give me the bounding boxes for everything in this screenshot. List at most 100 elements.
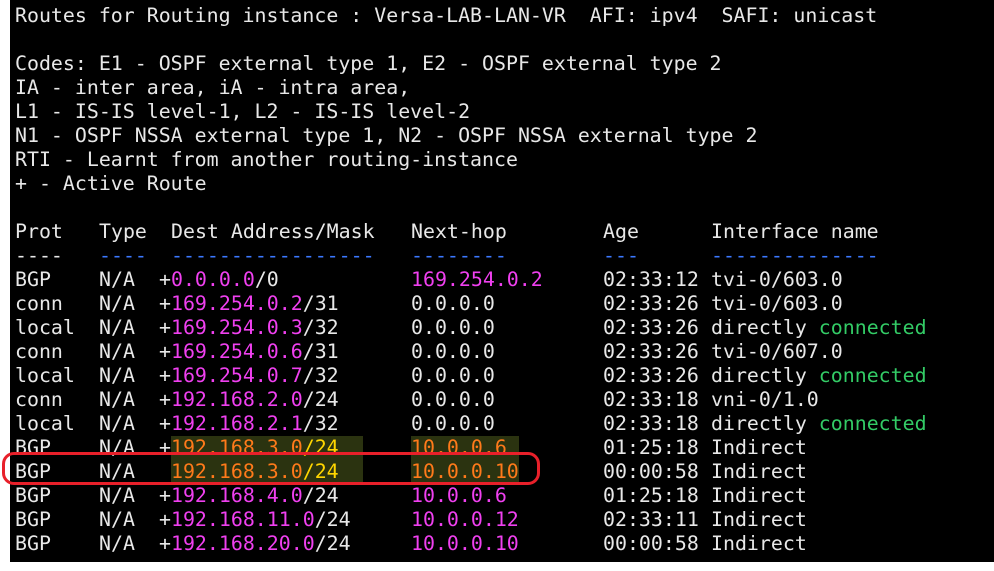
route-mask: /0: [254, 268, 279, 291]
route-prot: conn: [15, 292, 63, 315]
route-mask: /31: [302, 292, 339, 315]
route-age: 01:25:18: [603, 436, 699, 459]
route-interface-name: directly: [711, 412, 807, 435]
route-interface-name: directly: [711, 316, 807, 339]
route-flag: +: [159, 340, 171, 363]
route-address: 192.168.20.0: [170, 532, 315, 555]
route-type: N/A: [99, 532, 135, 555]
route-age: 02:33:26: [603, 364, 699, 387]
route-type: N/A: [99, 412, 135, 435]
route-interface: directly connected: [711, 364, 927, 388]
route-interface: Indirect: [711, 532, 807, 556]
table-row: BGP N/A +192.168.11.0/24 10.0.0.12 02:33:11 I…: [15, 508, 975, 532]
header-iface: Interface name: [711, 220, 879, 243]
terminal-window: Routes for Routing instance : Versa-LAB-…: [10, 0, 994, 562]
route-interface: vni-0/1.0: [711, 388, 819, 412]
route-interface-name: Indirect: [711, 460, 807, 483]
route-prot: BGP: [15, 460, 51, 483]
route-nexthop: 0.0.0.0: [411, 340, 495, 363]
divider-dest: -----------------: [171, 244, 375, 267]
route-prot: BGP: [15, 532, 51, 555]
route-interface-name: Indirect: [711, 508, 807, 531]
table-row: local N/A +192.168.2.1/32 0.0.0.0 02:33:18 di…: [15, 412, 975, 436]
route-interface-name: tvi-0/603.0: [711, 268, 843, 291]
route-flag: +: [159, 484, 171, 507]
route-nexthop: 10.0.0.10: [411, 532, 519, 555]
route-mask: /32: [302, 316, 339, 339]
route-dest: +192.168.3.0/24: [159, 436, 339, 460]
route-mask: /32: [302, 412, 339, 435]
table-row: conn N/A +192.168.2.0/24 0.0.0.0 02:33:18 vni…: [15, 388, 975, 412]
route-mask: /24: [302, 388, 339, 411]
table-row: local N/A +169.254.0.3/32 0.0.0.0 02:33:26 di…: [15, 316, 975, 340]
route-type: N/A: [99, 364, 135, 387]
route-interface: tvi-0/607.0: [711, 340, 843, 364]
divider-prot: ----: [15, 244, 63, 267]
table-row: BGP N/A +192.168.20.0/24 10.0.0.10 00:00:58 I…: [15, 532, 975, 556]
route-interface: tvi-0/603.0: [711, 268, 843, 292]
table-row: conn N/A +169.254.0.6/31 0.0.0.0 02:33:26 tvi…: [15, 340, 975, 364]
route-flag: +: [159, 508, 171, 531]
route-dest: 192.168.3.0/24: [159, 460, 339, 484]
route-nexthop: 0.0.0.0: [411, 316, 495, 339]
route-interface-name: Indirect: [711, 436, 807, 459]
route-address: 169.254.0.3: [170, 316, 303, 339]
route-age: 02:33:26: [603, 292, 699, 315]
route-prot: local: [15, 364, 75, 387]
route-flag: +: [159, 532, 171, 555]
route-address: 192.168.4.0: [170, 484, 303, 507]
header-nexthop: Next-hop: [411, 220, 507, 243]
header-prot: Prot: [15, 220, 63, 243]
codes-line: N1 - OSPF NSSA external type 1, N2 - OSP…: [15, 124, 758, 147]
route-flag: +: [159, 316, 171, 339]
table-row: BGP N/A +192.168.3.0/24 10.0.0.6 01:25:18 Ind…: [15, 436, 975, 460]
route-age: 02:33:26: [603, 340, 699, 363]
route-dest: +169.254.0.3/32: [159, 316, 339, 340]
route-type: N/A: [99, 268, 135, 291]
route-address: 169.254.0.2: [170, 292, 303, 315]
route-dest: +192.168.2.1/32: [159, 412, 339, 436]
route-dest: +192.168.11.0/24: [159, 508, 351, 532]
route-address: 192.168.11.0: [170, 508, 315, 531]
route-nexthop: 0.0.0.0: [411, 412, 495, 435]
route-flag: [159, 460, 171, 483]
route-prot: BGP: [15, 268, 51, 291]
route-dest: +169.254.0.7/32: [159, 364, 339, 388]
route-age: 02:33:11: [603, 508, 699, 531]
route-nexthop: 0.0.0.0: [411, 364, 495, 387]
route-type: N/A: [99, 388, 135, 411]
route-mask: /32: [302, 364, 339, 387]
route-age: 02:33:26: [603, 316, 699, 339]
route-age: 02:33:12: [603, 268, 699, 291]
route-interface-name: vni-0/1.0: [711, 388, 819, 411]
divider-age: ---: [603, 244, 639, 267]
codes-line: IA - inter area, iA - intra area,: [15, 76, 411, 99]
route-type: N/A: [99, 316, 135, 339]
route-address: 192.168.2.1: [170, 412, 303, 435]
route-nexthop: 10.0.0.12: [411, 508, 519, 531]
route-type: N/A: [99, 484, 135, 507]
route-mask: /24: [314, 532, 351, 555]
route-interface: Indirect: [711, 460, 807, 484]
route-prot: local: [15, 316, 75, 339]
route-prot: BGP: [15, 484, 51, 507]
route-dest: +192.168.2.0/24: [159, 388, 339, 412]
route-dest: +192.168.20.0/24: [159, 532, 351, 556]
table-row: BGP N/A +192.168.4.0/24 10.0.0.6 01:25:18 Ind…: [15, 484, 975, 508]
divider-type: ----: [99, 244, 147, 267]
route-flag: +: [159, 436, 171, 459]
route-interface: directly connected: [711, 412, 927, 436]
route-nexthop: 10.0.0.6: [411, 436, 507, 459]
route-interface: Indirect: [711, 436, 807, 460]
route-flag: +: [159, 412, 171, 435]
route-type: N/A: [99, 436, 135, 459]
route-interface-status: connected: [818, 316, 927, 339]
route-prot: local: [15, 412, 75, 435]
header-age: Age: [603, 220, 639, 243]
route-address: 0.0.0.0: [170, 268, 255, 291]
route-type: N/A: [99, 340, 135, 363]
codes-line: L1 - IS-IS level-1, L2 - IS-IS level-2: [15, 100, 471, 123]
left-margin: [0, 0, 10, 571]
header-dest: Dest Address/Mask: [171, 220, 375, 243]
route-interface: tvi-0/603.0: [711, 292, 843, 316]
